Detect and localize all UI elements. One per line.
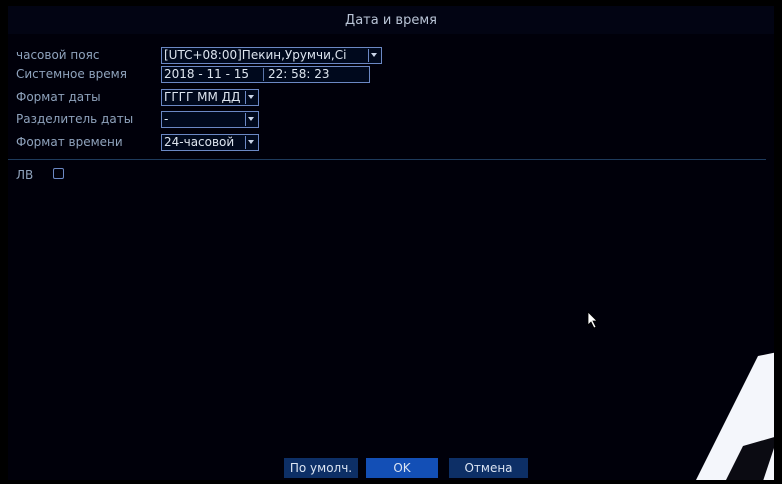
time-format-select[interactable]: 24-часовой [161,134,259,151]
chevron-down-icon[interactable] [245,91,257,104]
time-format-label: Формат времени [16,135,123,149]
mouse-pointer-icon [587,311,598,329]
cancel-button[interactable]: Отмена [449,458,528,478]
timezone-select[interactable]: [UTC+08:00]Пекин,Урумчи,Сi [161,47,382,64]
timezone-label: часовой пояс [16,48,100,62]
window-title: Дата и время [345,13,437,28]
timezone-value: [UTC+08:00]Пекин,Урумчи,Сi [164,48,347,62]
dst-label: ЛВ [16,168,34,182]
date-separator-value: - [164,112,169,126]
chevron-down-icon[interactable] [368,49,380,62]
system-time-label: Системное время [16,67,127,81]
title-bar: Дата и время [8,6,774,34]
default-button[interactable]: По умолч. [284,458,358,478]
system-time-value[interactable]: 22: 58: 23 [268,67,330,82]
system-time-field[interactable]: 2018 - 11 - 15 22: 58: 23 [161,66,370,83]
date-separator-select[interactable]: - [161,111,259,128]
chevron-down-icon[interactable] [245,113,257,126]
date-format-label: Формат даты [16,90,101,104]
watermark-graphic [696,352,774,480]
time-format-value: 24-часовой [164,135,235,149]
chevron-down-icon[interactable] [245,136,257,149]
system-date-value[interactable]: 2018 - 11 - 15 [164,67,249,82]
dst-checkbox[interactable] [53,168,64,179]
date-time-window: Дата и время часовой пояс [UTC+08:00]Пек… [8,6,774,480]
date-time-divider [263,68,264,81]
section-divider [8,159,766,160]
date-format-select[interactable]: ГГГГ ММ ДД [161,89,259,106]
date-separator-label: Разделитель даты [16,112,134,126]
ok-button[interactable]: OK [366,458,438,478]
date-format-value: ГГГГ ММ ДД [164,90,241,104]
